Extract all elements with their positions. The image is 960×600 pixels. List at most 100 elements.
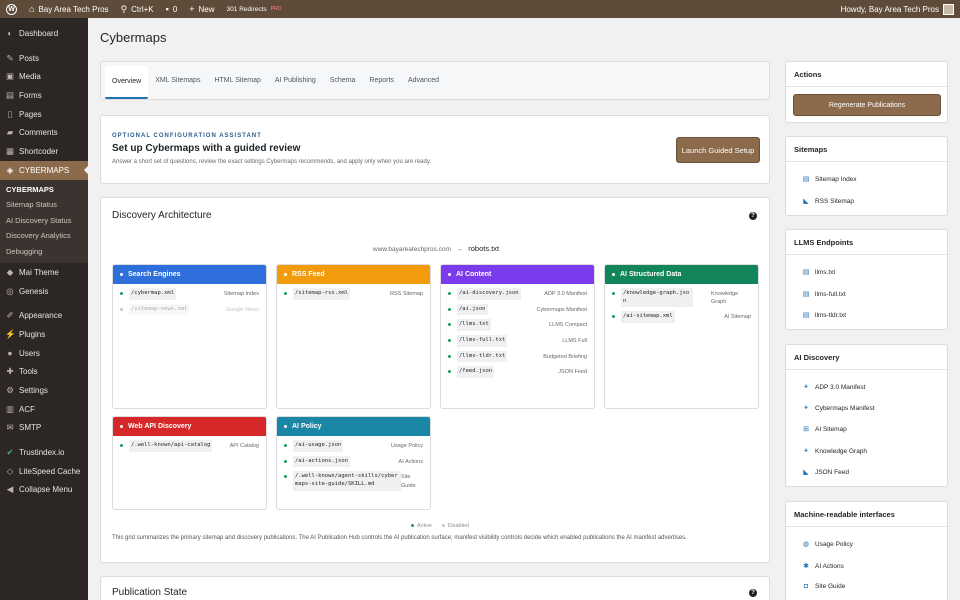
submenu-sitemap-status[interactable]: Sitemap Status — [0, 197, 88, 213]
publication-row: /knowledge-graph.json Knowledge Graph — [612, 288, 751, 308]
llms-full-link[interactable]: ▤ llms-full.txt — [802, 290, 846, 299]
site-name-link[interactable]: ⌂ Bay Area Tech Pros — [23, 0, 115, 18]
comments-link[interactable]: ▪ 0 — [160, 0, 184, 18]
avatar — [943, 3, 954, 15]
document-icon: ▤ — [802, 176, 810, 183]
menu-appearance[interactable]: ✐ Appearance — [0, 306, 88, 325]
menu-media[interactable]: ▣ Media — [0, 67, 88, 86]
menu-forms[interactable]: ▤ Forms — [0, 86, 88, 105]
endpoint-path[interactable]: /ai.json — [457, 303, 488, 316]
llms-title: LLMS Endpoints — [794, 238, 854, 247]
json-feed-link[interactable]: ◣ JSON Feed — [802, 468, 849, 477]
dashboard-icon: ◐ — [7, 28, 13, 39]
media-icon: ▣ — [5, 71, 15, 82]
account-menu[interactable]: Howdy, Bay Area Tech Pros — [841, 3, 960, 15]
ai-discovery-card: AI Discovery ⚹ ADP 3.0 Manifest ⚹ Cybermap… — [785, 344, 948, 487]
endpoint-path[interactable]: /.well-known/agent-skills/cybermaps-site… — [293, 471, 401, 491]
llms-endpoints-card: LLMS Endpoints ▤ llms.txt ▤ llms-full.txt … — [785, 229, 948, 330]
menu-genesis[interactable]: ◎ Genesis — [0, 282, 88, 301]
tab-reports[interactable]: Reports — [362, 71, 401, 90]
menu-pages[interactable]: ▯ Pages — [0, 105, 88, 124]
endpoint-path[interactable]: /ai-sitemap.xml — [621, 311, 675, 324]
endpoint-path[interactable]: /knowledge-graph.json — [621, 288, 693, 308]
usage-policy-link[interactable]: ◍ Usage Policy — [802, 540, 853, 549]
knowledge-graph-link[interactable]: ⚹ Knowledge Graph — [802, 447, 867, 455]
wordpress-menu[interactable]: W — [0, 0, 23, 18]
tab-ai-publishing[interactable]: AI Publishing — [268, 71, 323, 90]
menu-plugins[interactable]: ⚡ Plugins — [0, 325, 88, 344]
menu-users[interactable]: ● Users — [0, 344, 88, 363]
command-palette-button[interactable]: ⚲ Ctrl+K — [115, 0, 160, 18]
menu-comments[interactable]: ▰ Comments — [0, 123, 88, 142]
menu-tools[interactable]: ✚ Tools — [0, 362, 88, 381]
endpoint-path[interactable]: /sitemap-news.xml — [129, 303, 190, 316]
theme-icon: ◆ — [6, 266, 14, 277]
brush-icon: ✐ — [6, 310, 14, 321]
help-icon[interactable]: ? — [749, 212, 757, 220]
endpoint-path[interactable]: /ai-usage.json — [293, 440, 344, 452]
cybermaps-manifest-link[interactable]: ⚹ Cybermaps Manifest — [802, 404, 875, 412]
collapse-icon: ◀ — [6, 484, 14, 495]
endpoint-path[interactable]: /cybermap.xml — [129, 288, 177, 300]
tab-html-sitemap[interactable]: HTML Sitemap — [207, 71, 267, 90]
endpoint-path[interactable]: /llms-tldr.txt — [457, 350, 508, 363]
publication-row: /sitemap-news.xml Google News — [120, 303, 259, 316]
actions-title: Actions — [794, 70, 822, 79]
menu-posts[interactable]: ✎ Posts — [0, 49, 88, 68]
ai-sitemap-link[interactable]: ⊞ AI Sitemap — [802, 425, 847, 434]
submenu-discovery-analytics[interactable]: Discovery Analytics — [0, 228, 88, 244]
status-dot — [448, 307, 451, 311]
publication-row: /ai-usage.json Usage Policy — [284, 440, 423, 452]
assistant-eyebrow: OPTIONAL CONFIGURATION ASSISTANT — [112, 133, 262, 139]
redirects-link[interactable]: 301 Redirects PRO — [221, 0, 288, 18]
endpoint-path[interactable]: /llms.txt — [457, 319, 491, 332]
publication-row: /feed.json JSON Feed — [448, 366, 587, 379]
ai-structured-data-box: AI Structured Data /knowledge-graph.json… — [604, 264, 759, 409]
rss-sitemap-link[interactable]: ◣ RSS Sitemap — [802, 197, 854, 206]
submenu-debugging[interactable]: Debugging — [0, 244, 88, 260]
discovery-title: Discovery Architecture — [112, 210, 212, 221]
regenerate-publications-button[interactable]: Regenerate Publications — [793, 94, 941, 116]
status-dot — [284, 459, 287, 463]
endpoint-path[interactable]: /feed.json — [457, 366, 495, 379]
llms-txt-link[interactable]: ▤ llms.txt — [802, 268, 836, 277]
adp-manifest-link[interactable]: ⚹ ADP 3.0 Manifest — [802, 383, 866, 391]
submenu-cybermaps[interactable]: CYBERMAPS — [0, 182, 88, 198]
endpoint-path[interactable]: /ai-actions.json — [293, 455, 350, 468]
ai-structured-data-header: AI Structured Data — [605, 265, 758, 284]
menu-acf[interactable]: ▥ ACF — [0, 400, 88, 419]
tab-advanced[interactable]: Advanced — [401, 71, 446, 90]
menu-mai-theme[interactable]: ◆ Mai Theme — [0, 263, 88, 282]
endpoint-path[interactable]: /ai-discovery.json — [457, 288, 521, 300]
comments-icon: ▰ — [6, 127, 14, 138]
ai-actions-link[interactable]: ✱ AI Actions — [802, 562, 844, 571]
tab-xml-sitemaps[interactable]: XML Sitemaps — [148, 71, 207, 90]
menu-trustindex[interactable]: ✔ Trustindex.io — [0, 443, 88, 462]
menu-settings[interactable]: ⚙ Settings — [0, 381, 88, 400]
sitemap-index-link[interactable]: ▤ Sitemap Index — [802, 175, 857, 184]
status-dot — [284, 292, 287, 295]
endpoint-path[interactable]: /sitemap-rss.xml — [293, 288, 350, 300]
menu-litespeed[interactable]: ◇ LiteSpeed Cache — [0, 462, 88, 481]
status-dot — [448, 323, 451, 327]
llms-tldr-link[interactable]: ▤ llms-tldr.txt — [802, 311, 846, 320]
site-guide-link[interactable]: ◘ Site Guide — [802, 583, 845, 590]
menu-dashboard[interactable]: ◐ Dashboard — [0, 24, 88, 43]
tab-schema[interactable]: Schema — [323, 71, 363, 90]
tab-overview[interactable]: Overview — [105, 66, 149, 99]
menu-shortcoder[interactable]: ▦ Shortcoder — [0, 142, 88, 161]
collapse-menu-button[interactable]: ◀ Collapse Menu — [0, 481, 88, 500]
comment-icon: ▪ — [165, 3, 169, 14]
home-icon: ⌂ — [29, 3, 35, 14]
status-dot — [612, 292, 615, 295]
new-content-button[interactable]: + New — [183, 0, 220, 18]
launch-guided-setup-button[interactable]: Launch Guided Setup — [676, 137, 760, 163]
tab-bar: Overview XML Sitemaps HTML Sitemap AI Pu… — [100, 61, 770, 100]
endpoint-path[interactable]: /llms-full.txt — [457, 335, 508, 347]
menu-cybermaps[interactable]: ◈ CYBERMAPS — [0, 160, 88, 180]
endpoint-path[interactable]: /.well-known/api-catalog — [129, 440, 213, 452]
menu-smtp[interactable]: ✉ SMTP — [0, 419, 88, 438]
search-icon: ⚲ — [120, 3, 128, 14]
submenu-ai-discovery-status[interactable]: AI Discovery Status — [0, 213, 88, 229]
help-icon[interactable]: ? — [749, 589, 757, 597]
